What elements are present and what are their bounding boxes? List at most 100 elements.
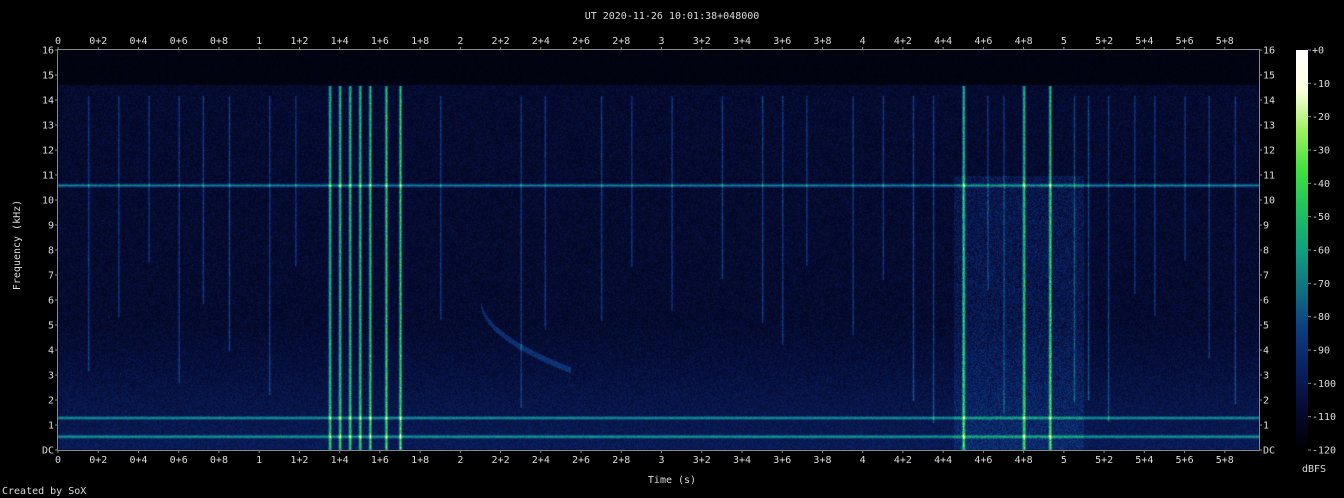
- y-tick-label: 6: [48, 296, 54, 307]
- y-tick-label: 7: [1263, 271, 1269, 282]
- y-tick-label: 11: [42, 171, 54, 182]
- y-tick-label: 12: [42, 146, 54, 157]
- y-tick-label: 10: [1263, 196, 1275, 207]
- x-tick-label: 2+6: [572, 455, 590, 466]
- x-tick-label: 5+8: [1216, 455, 1234, 466]
- plot-frame: [57, 49, 1260, 451]
- x-tick-label: 4+8: [1015, 36, 1033, 47]
- y-axis-label: Frequency (kHz): [12, 200, 23, 290]
- x-tick-label: 4+8: [1015, 455, 1033, 466]
- colorbar-tick-label: -90: [1312, 346, 1330, 357]
- y-tick-label: 8: [1263, 246, 1269, 257]
- y-tick-label: 3: [1263, 371, 1269, 382]
- y-tick-label: 1: [1263, 421, 1269, 432]
- y-tick-label: 1: [48, 421, 54, 432]
- y-tick-label: 2: [48, 396, 54, 407]
- colorbar-label: dBFS: [1302, 464, 1326, 475]
- y-ticks-right: DC12345678910111213141516: [1259, 46, 1275, 457]
- x-tick-label: 2+4: [532, 455, 550, 466]
- y-tick-label: 14: [1263, 96, 1275, 107]
- x-tick-label: 2+6: [572, 36, 590, 47]
- chart-overlay: UT 2020-11-26 10:01:38+048000 0 0+2 0+4 0+6…: [2, 11, 1336, 497]
- y-tick-label: 7: [48, 271, 54, 282]
- created-by-credit: Created by SoX: [2, 486, 86, 497]
- x-tick-label: 1+4: [331, 455, 349, 466]
- x-tick-label: 1+8: [411, 36, 429, 47]
- x-tick-label: 2+8: [612, 455, 630, 466]
- x-tick-label: 5+2: [1095, 455, 1113, 466]
- x-tick-label: 3+8: [813, 36, 831, 47]
- x-tick-label: 1+2: [290, 36, 308, 47]
- x-tick-label: 0+8: [210, 455, 228, 466]
- colorbar-tick-label: -20: [1312, 112, 1330, 123]
- x-tick-label: 0+6: [170, 455, 188, 466]
- x-tick-label: 0: [55, 455, 61, 466]
- y-tick-label: 9: [48, 221, 54, 232]
- x-tick-label: 1+6: [371, 455, 389, 466]
- y-tick-label: 9: [1263, 221, 1269, 232]
- plot-border: [57, 49, 1260, 451]
- x-tick-label: 4+2: [894, 36, 912, 47]
- x-tick-label: 2+8: [612, 36, 630, 47]
- x-tick-label: 3+4: [733, 36, 751, 47]
- x-tick-label: 5+4: [1135, 455, 1153, 466]
- x-tick-label: 0: [55, 36, 61, 47]
- y-tick-label: 12: [1263, 146, 1275, 157]
- x-tick-label: 0+6: [170, 36, 188, 47]
- y-tick-label: 4: [1263, 346, 1269, 357]
- y-tick-label: 6: [1263, 296, 1269, 307]
- x-tick-label: 4+2: [894, 455, 912, 466]
- x-axis-label: Time (s): [648, 475, 696, 486]
- x-tick-label: 2+2: [492, 455, 510, 466]
- colorbar-tick-label: -10: [1312, 79, 1330, 90]
- y-tick-label: 14: [42, 96, 54, 107]
- colorbar-tick-label: -60: [1312, 246, 1330, 257]
- y-tick-label: DC: [1263, 446, 1275, 457]
- x-tick-label: 5: [1061, 455, 1067, 466]
- x-tick-label: 1: [256, 455, 262, 466]
- y-tick-label: 15: [42, 71, 54, 82]
- y-tick-label: 10: [42, 196, 54, 207]
- y-tick-label: 5: [1263, 321, 1269, 332]
- x-tick-label: 0+2: [89, 36, 107, 47]
- x-tick-label: 5: [1061, 36, 1067, 47]
- x-tick-label: 2: [457, 455, 463, 466]
- x-tick-label: 5+2: [1095, 36, 1113, 47]
- x-tick-label: 5+6: [1176, 36, 1194, 47]
- colorbar-tick-label: -50: [1312, 212, 1330, 223]
- x-tick-label: 0+8: [210, 36, 228, 47]
- x-tick-label: 4+6: [974, 455, 992, 466]
- y-tick-label: 13: [42, 121, 54, 132]
- x-tick-label: 5+4: [1135, 36, 1153, 47]
- x-tick-label: 3+8: [813, 455, 831, 466]
- y-ticks-left: DC12345678910111213141516: [42, 46, 58, 457]
- y-tick-label: 16: [1263, 46, 1275, 57]
- x-tick-label: 4: [860, 455, 866, 466]
- x-tick-label: 3+4: [733, 455, 751, 466]
- x-tick-label: 5+8: [1216, 36, 1234, 47]
- x-tick-label: 3: [659, 36, 665, 47]
- x-tick-label: 3+2: [693, 36, 711, 47]
- x-tick-label: 2+4: [532, 36, 550, 47]
- x-tick-label: 3+6: [773, 455, 791, 466]
- colorbar-tick-label: -70: [1312, 279, 1330, 290]
- colorbar-tick-label: -100: [1312, 379, 1336, 390]
- y-tick-label: 16: [42, 46, 54, 57]
- x-tick-label: 0+4: [129, 36, 147, 47]
- chart-title: UT 2020-11-26 10:01:38+048000: [585, 11, 760, 22]
- y-tick-label: 13: [1263, 121, 1275, 132]
- x-tick-label: 1+8: [411, 455, 429, 466]
- x-tick-label: 4+4: [934, 455, 952, 466]
- colorbar-tick-label: -110: [1312, 412, 1336, 423]
- colorbar-tick-label: -120: [1312, 446, 1336, 457]
- x-tick-label: 2+2: [492, 36, 510, 47]
- x-ticks-bottom: 0 0+2 0+4 0+6 0+8 1 1+2 1+4 1+6 1+8 2 2+2 2+4 2+6 2+8 3…: [55, 450, 1234, 466]
- x-tick-label: 0+4: [129, 455, 147, 466]
- colorbar: +0 -10 -20 -30 -40 -50 -60 -70 -80 -90 -100 -110 -12…: [1296, 46, 1336, 457]
- y-tick-label: 15: [1263, 71, 1275, 82]
- x-tick-label: 3+2: [693, 455, 711, 466]
- x-tick-label: 3+6: [773, 36, 791, 47]
- x-tick-label: 0+2: [89, 455, 107, 466]
- x-tick-label: 4+4: [934, 36, 952, 47]
- colorbar-tick-label: -40: [1312, 179, 1330, 190]
